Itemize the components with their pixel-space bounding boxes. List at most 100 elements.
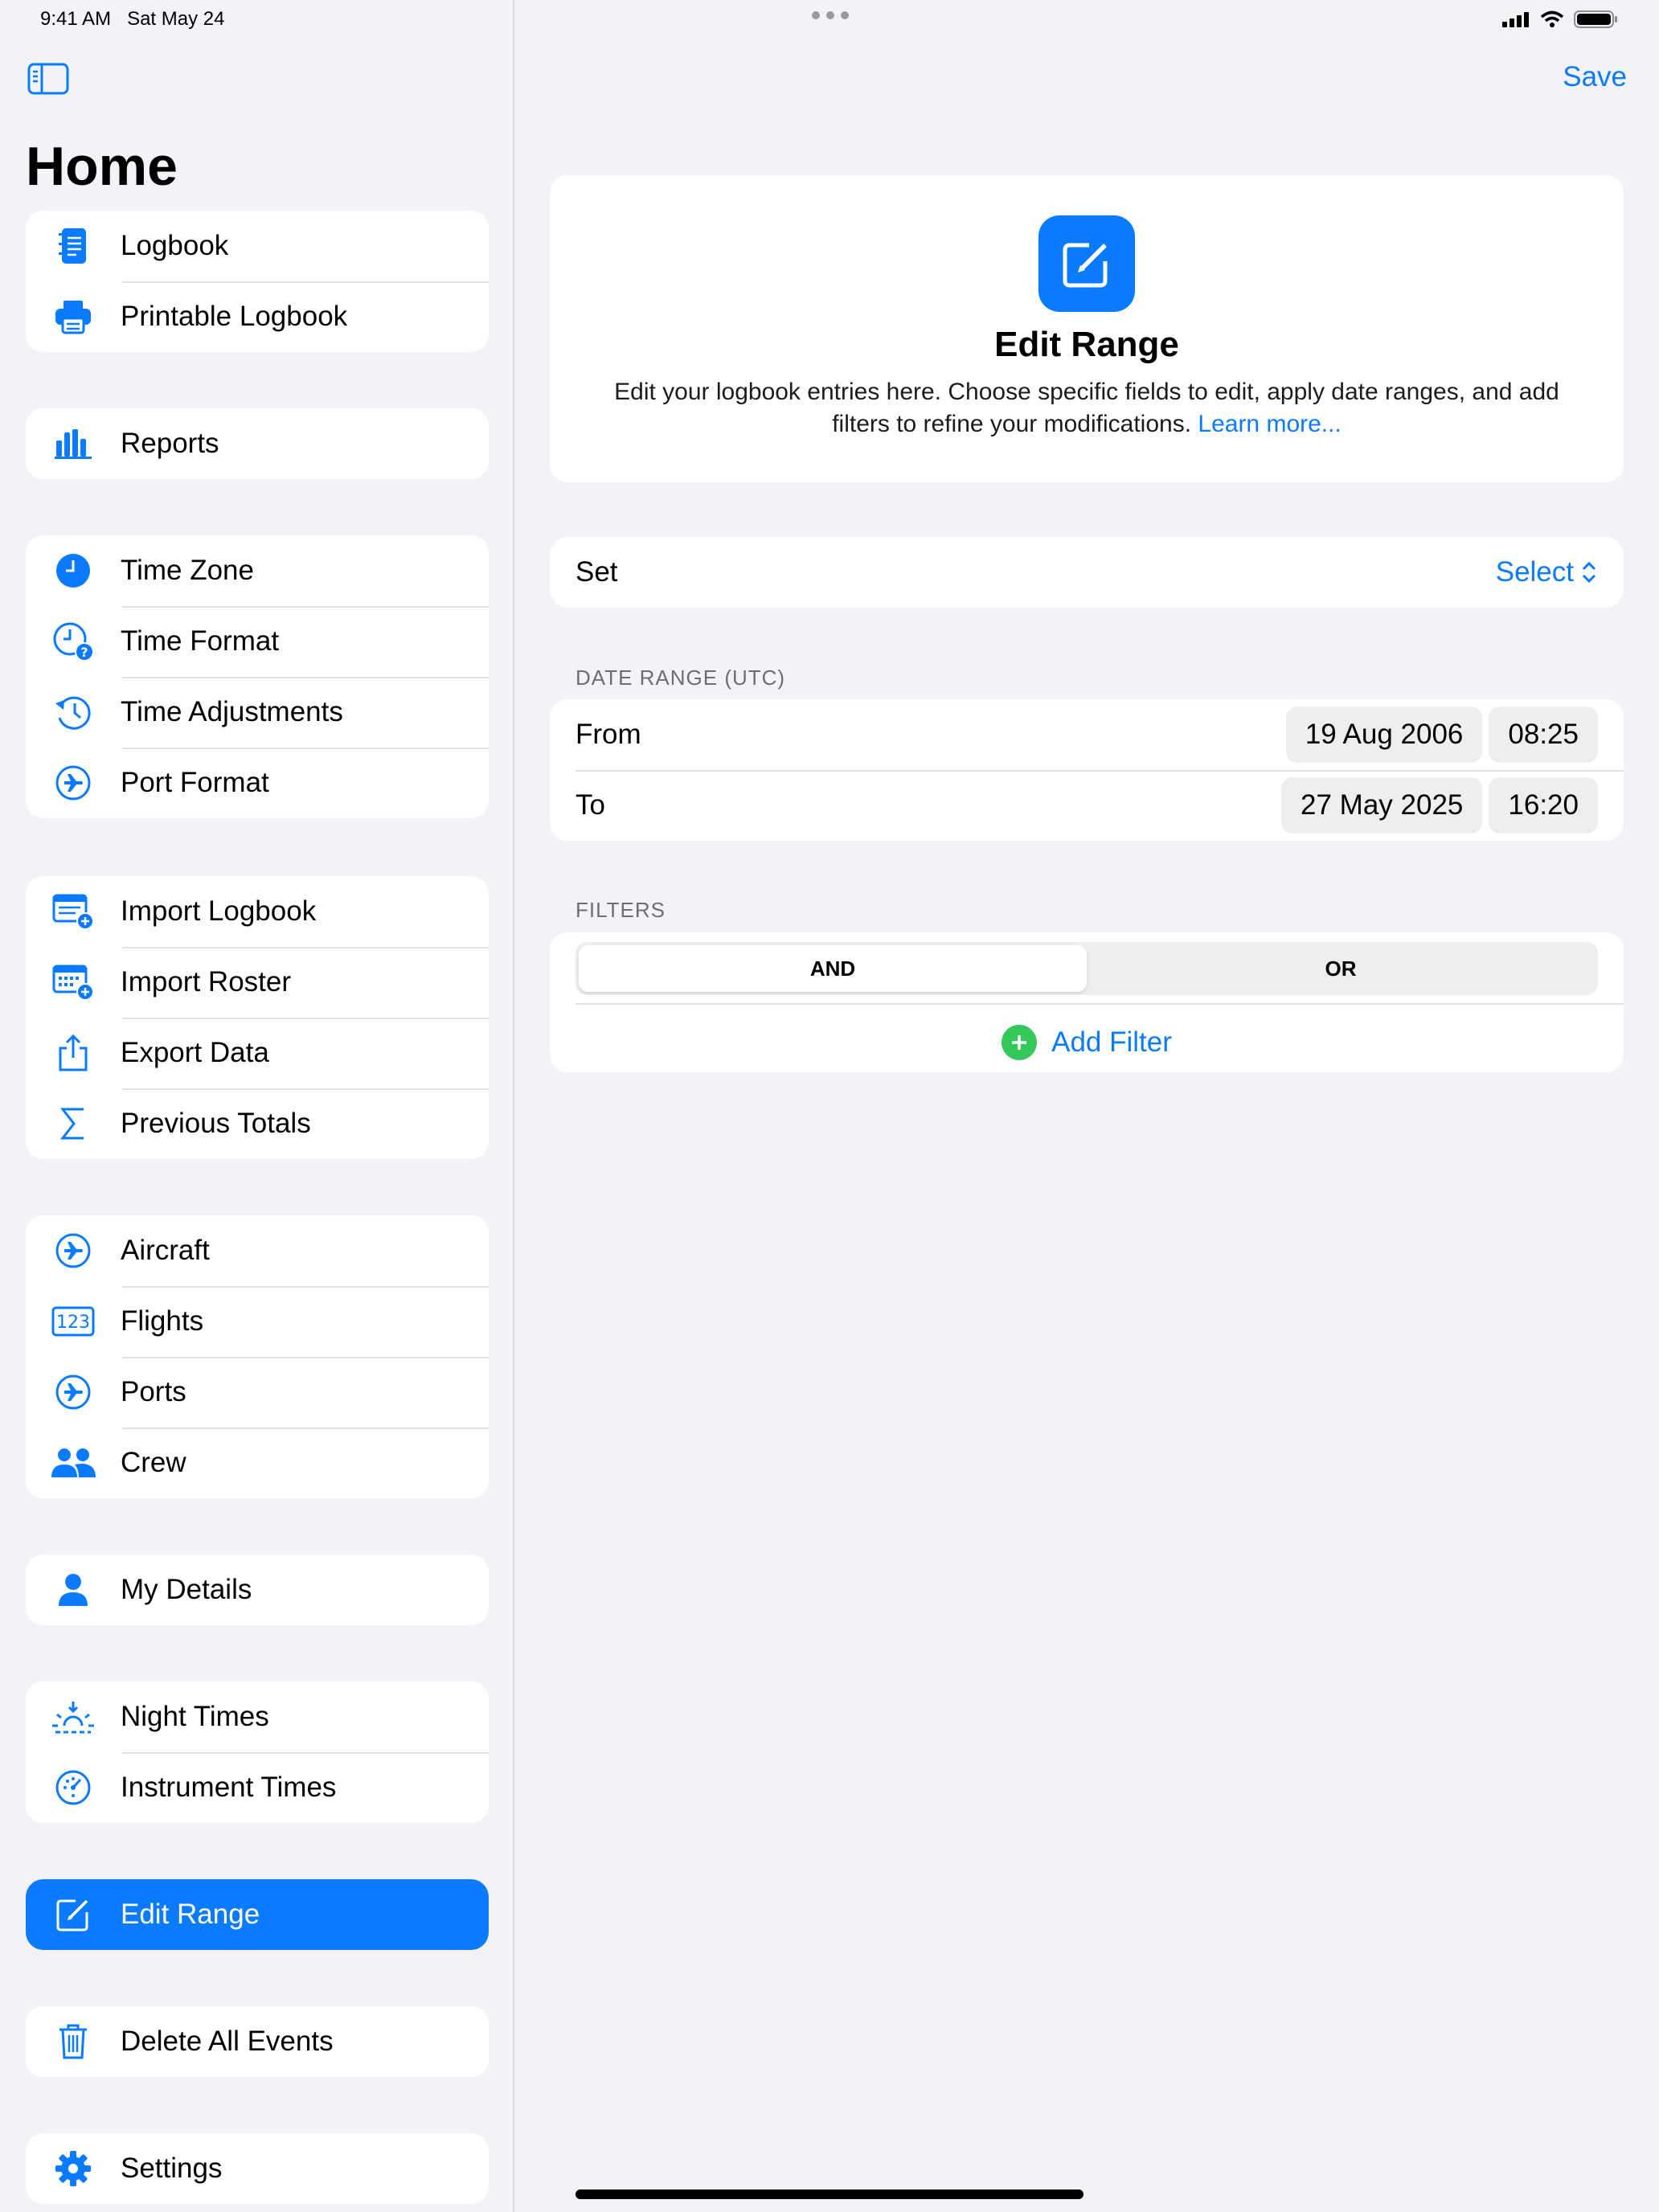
sidebar-item-label: Ports (121, 1376, 186, 1407)
printer-icon (26, 299, 121, 334)
sidebar-item-import-logbook[interactable]: Import Logbook (26, 876, 489, 947)
wifi-icon (1540, 10, 1564, 27)
learn-more-link[interactable]: Learn more... (1198, 411, 1341, 437)
sidebar-group-settings: Settings (26, 2133, 489, 2204)
to-label: To (576, 789, 605, 821)
sidebar-group-delete: Delete All Events (26, 2006, 489, 2077)
sidebar-item-label: Aircraft (121, 1235, 210, 1266)
edit-square-icon (26, 1896, 121, 1933)
sidebar-item-port-format[interactable]: Port Format (26, 748, 489, 818)
from-label: From (576, 719, 641, 750)
trash-icon (26, 2022, 121, 2061)
sunset-icon (26, 1698, 121, 1735)
sidebar-item-instrument-times[interactable]: Instrument Times (26, 1752, 489, 1823)
gauge-icon (26, 1769, 121, 1806)
filter-logic-segmented-control: AND OR (576, 942, 1598, 995)
status-indicators (1501, 10, 1619, 29)
divider (576, 1003, 1624, 1005)
sidebar-item-time-zone[interactable]: Time Zone (26, 535, 489, 606)
sidebar-item-label: Reports (121, 428, 219, 459)
save-button[interactable]: Save (1563, 61, 1627, 93)
sidebar-item-reports[interactable]: Reports (26, 408, 489, 479)
sidebar-item-export-data[interactable]: Export Data (26, 1018, 489, 1088)
sidebar-item-printable-logbook[interactable]: Printable Logbook (26, 281, 489, 352)
filters-header: FILTERS (576, 898, 666, 922)
page-title: Home (26, 136, 178, 197)
add-filter-button[interactable]: Add Filter (550, 1013, 1624, 1072)
number-123-icon: 123 (26, 1305, 121, 1337)
sidebar-group-details: My Details (26, 1555, 489, 1625)
sidebar-item-label: Flights (121, 1305, 204, 1337)
gear-icon (26, 2150, 121, 2187)
sidebar-item-ports[interactable]: Ports (26, 1357, 489, 1428)
sidebar-item-import-roster[interactable]: Import Roster (26, 947, 489, 1018)
sidebar-item-label: Delete All Events (121, 2026, 334, 2057)
sidebar-group-time: Time Zone ? Time Format Time Adjustments… (26, 535, 489, 818)
sidebar-item-settings[interactable]: Settings (26, 2133, 489, 2204)
status-date: Sat May 24 (127, 8, 225, 30)
svg-text:123: 123 (56, 1313, 90, 1333)
sidebar: 9:41 AM Sat May 24 Home Logbook Printabl… (0, 0, 514, 2212)
sidebar-item-label: Port Format (121, 767, 269, 798)
sidebar-item-label: Time Adjustments (121, 696, 343, 727)
add-filter-label: Add Filter (1051, 1026, 1172, 1058)
edit-range-info-card: Edit Range Edit your logbook entries her… (550, 175, 1624, 482)
sidebar-item-my-details[interactable]: My Details (26, 1555, 489, 1625)
sidebar-group-reports: Reports (26, 408, 489, 479)
battery-icon (1574, 10, 1617, 28)
sidebar-item-label: My Details (121, 1574, 252, 1605)
sidebar-item-label: Import Roster (121, 966, 291, 997)
set-select-button[interactable]: Select (1496, 556, 1598, 588)
sidebar-item-label: Crew (121, 1447, 186, 1478)
sidebar-item-time-adjustments[interactable]: Time Adjustments (26, 677, 489, 748)
plus-circle-icon (1002, 1025, 1038, 1060)
airplane-circle-icon (26, 764, 121, 801)
date-range-card: From 19 Aug 2006 08:25 To 27 May 2025 16… (550, 699, 1624, 841)
sidebar-item-edit-range[interactable]: Edit Range (26, 1879, 489, 1950)
import-list-icon (26, 892, 121, 931)
import-calendar-icon (26, 963, 121, 1002)
clock-arrow-icon (26, 694, 121, 731)
sidebar-group-logbook: Logbook Printable Logbook (26, 211, 489, 352)
sidebar-item-night-times[interactable]: Night Times (26, 1682, 489, 1752)
edit-square-icon (1038, 215, 1135, 312)
sidebar-group-data: Import Logbook Import Roster Export Data… (26, 876, 489, 1159)
sidebar-group-edit: Edit Range (26, 1879, 489, 1950)
sidebar-item-label: Export Data (121, 1037, 269, 1068)
sidebar-item-label: Edit Range (121, 1899, 260, 1930)
to-date-picker[interactable]: 27 May 2025 (1281, 777, 1483, 834)
chart-bar-icon (26, 428, 121, 460)
from-time-picker[interactable]: 08:25 (1489, 707, 1598, 763)
sidebar-item-flights[interactable]: 123 Flights (26, 1286, 489, 1357)
sidebar-item-label: Printable Logbook (121, 301, 348, 332)
from-date-picker[interactable]: 19 Aug 2006 (1285, 707, 1483, 763)
filters-card: AND OR Add Filter (550, 932, 1624, 1072)
sidebar-item-delete-all-events[interactable]: Delete All Events (26, 2006, 489, 2077)
to-time-picker[interactable]: 16:20 (1489, 777, 1598, 834)
sidebar-item-label: Night Times (121, 1701, 269, 1732)
multitask-dots[interactable] (812, 11, 849, 19)
clock-question-icon: ? (26, 621, 121, 662)
airplane-circle-icon (26, 1232, 121, 1269)
date-from-row: From 19 Aug 2006 08:25 (550, 699, 1624, 770)
segment-or[interactable]: OR (1087, 945, 1595, 992)
sidebar-toggle-icon[interactable] (27, 61, 71, 96)
edit-range-title: Edit Range (994, 325, 1179, 364)
segment-and[interactable]: AND (579, 945, 1087, 992)
date-to-row: To 27 May 2025 16:20 (550, 770, 1624, 841)
sidebar-item-previous-totals[interactable]: Previous Totals (26, 1088, 489, 1159)
airplane-circle-icon (26, 1374, 121, 1411)
sidebar-item-label: Instrument Times (121, 1772, 337, 1803)
share-icon (26, 1034, 121, 1072)
set-label: Set (576, 556, 618, 588)
status-time: 9:41 AM Sat May 24 (40, 8, 224, 31)
set-row[interactable]: Set Select (550, 537, 1624, 608)
home-indicator[interactable] (576, 2189, 1083, 2199)
sidebar-item-label: Import Logbook (121, 895, 317, 927)
sidebar-item-time-format[interactable]: ? Time Format (26, 606, 489, 677)
sidebar-item-crew[interactable]: Crew (26, 1428, 489, 1498)
date-range-header: DATE RANGE (UTC) (576, 666, 786, 690)
clock-icon (26, 552, 121, 589)
sidebar-item-aircraft[interactable]: Aircraft (26, 1215, 489, 1286)
sidebar-item-logbook[interactable]: Logbook (26, 211, 489, 281)
